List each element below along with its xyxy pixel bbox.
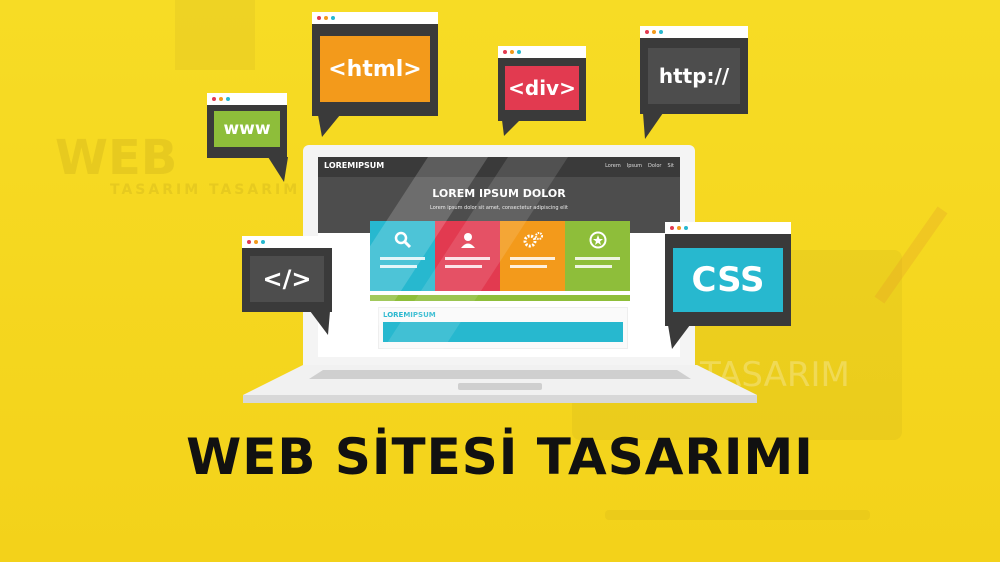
bubble-http-tail	[643, 113, 663, 139]
bubble-html: <html>	[312, 12, 438, 116]
site-divider-strip	[370, 295, 630, 301]
feature-card-search	[370, 221, 435, 291]
bubble-www-tail	[268, 157, 288, 182]
site-nav-links: Lorem Ipsum Dolor Sit	[605, 163, 674, 169]
bubble-css: CSS	[665, 222, 791, 326]
bubble-div-tail	[502, 120, 520, 136]
gears-icon	[523, 232, 543, 248]
bubble-code: </>	[242, 236, 332, 312]
search-icon	[394, 231, 411, 249]
background-frame	[175, 0, 255, 70]
site-feature-cards	[370, 221, 630, 291]
http-label: http://	[648, 48, 740, 104]
bubble-http: http://	[640, 26, 748, 114]
div-label: <div>	[505, 66, 579, 110]
page-title: WEB SİTESİ TASARIMI	[186, 428, 814, 486]
feature-card-star	[565, 221, 630, 291]
code-label: </>	[250, 256, 324, 302]
html-label: <html>	[320, 36, 430, 102]
feature-card-settings	[500, 221, 565, 291]
site-nav-link[interactable]: Lorem	[605, 163, 621, 169]
bubble-code-tail	[310, 311, 330, 335]
site-nav-link[interactable]: Sit	[667, 163, 674, 169]
feature-card-user	[435, 221, 500, 291]
css-label: CSS	[673, 248, 783, 312]
www-label: www	[214, 111, 280, 147]
site-navbar: LOREMIPSUM Lorem Ipsum Dolor Sit	[318, 157, 680, 177]
bubble-div: <div>	[498, 46, 586, 121]
laptop-screen: LOREMIPSUM Lorem Ipsum Dolor Sit LOREM I…	[318, 157, 680, 357]
site-logo: LOREMIPSUM	[324, 161, 385, 170]
bubble-www: www	[207, 93, 287, 158]
site-hero-subtitle: Lorem ipsum dolor sit amet, consectetur …	[430, 205, 568, 211]
site-nav-link[interactable]: Dolor	[648, 163, 661, 169]
user-icon	[460, 233, 475, 248]
ghost-text-web: WEB	[55, 130, 178, 186]
site-section: LOREMIPSUM	[378, 307, 628, 349]
ghost-text-tasarim-small: TASARIM TASARIM	[110, 182, 301, 198]
site-hero-title: LOREM IPSUM DOLOR	[432, 187, 566, 200]
site-section-bar	[383, 322, 623, 342]
site-section-title: LOREMIPSUM	[383, 311, 436, 319]
bubble-css-tail	[668, 325, 690, 349]
site-nav-link[interactable]: Ipsum	[627, 163, 642, 169]
star-badge-icon	[589, 231, 606, 249]
laptop-base	[243, 365, 757, 403]
bubble-html-tail	[318, 115, 340, 137]
background-stand	[605, 510, 870, 520]
